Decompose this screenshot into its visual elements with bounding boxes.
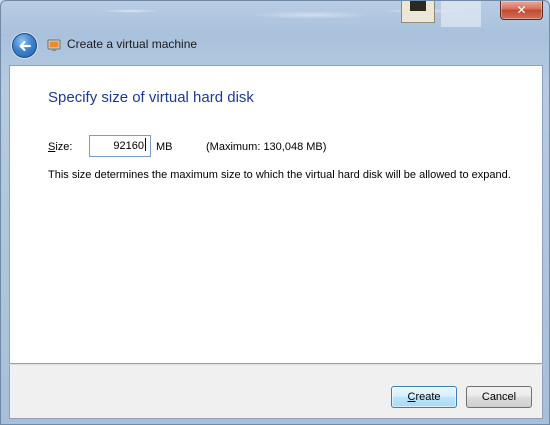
background-thumbnail-2 bbox=[441, 1, 481, 27]
create-label-rest: reate bbox=[415, 391, 441, 403]
text-caret bbox=[145, 138, 146, 151]
wizard-window: ✕ Create a virtual machine Specify size … bbox=[0, 0, 550, 425]
cancel-button[interactable]: Cancel bbox=[466, 386, 532, 408]
size-description: This size determines the maximum size to… bbox=[48, 169, 511, 181]
close-button[interactable]: ✕ bbox=[500, 1, 543, 20]
size-label: Size: bbox=[48, 141, 72, 153]
maximum-size-label: (Maximum: 130,048 MB) bbox=[206, 141, 327, 153]
background-thumbnail bbox=[401, 1, 435, 23]
page-heading: Specify size of virtual hard disk bbox=[48, 89, 254, 106]
back-button[interactable] bbox=[12, 33, 37, 58]
button-bar: Create Cancel bbox=[9, 364, 543, 419]
size-input[interactable]: 92160 bbox=[89, 135, 151, 157]
back-arrow-icon bbox=[18, 40, 31, 51]
glass-background bbox=[61, 1, 501, 31]
unit-label: MB bbox=[156, 141, 173, 153]
close-icon: ✕ bbox=[516, 3, 527, 17]
create-button[interactable]: Create bbox=[391, 386, 457, 408]
virtual-machine-icon bbox=[47, 39, 61, 51]
size-input-value: 92160 bbox=[113, 140, 144, 152]
content-panel: Specify size of virtual hard disk Size: … bbox=[9, 65, 543, 364]
size-label-rest: ize: bbox=[55, 141, 73, 153]
window-title: Create a virtual machine bbox=[67, 37, 198, 51]
create-mnemonic: C bbox=[407, 391, 416, 403]
